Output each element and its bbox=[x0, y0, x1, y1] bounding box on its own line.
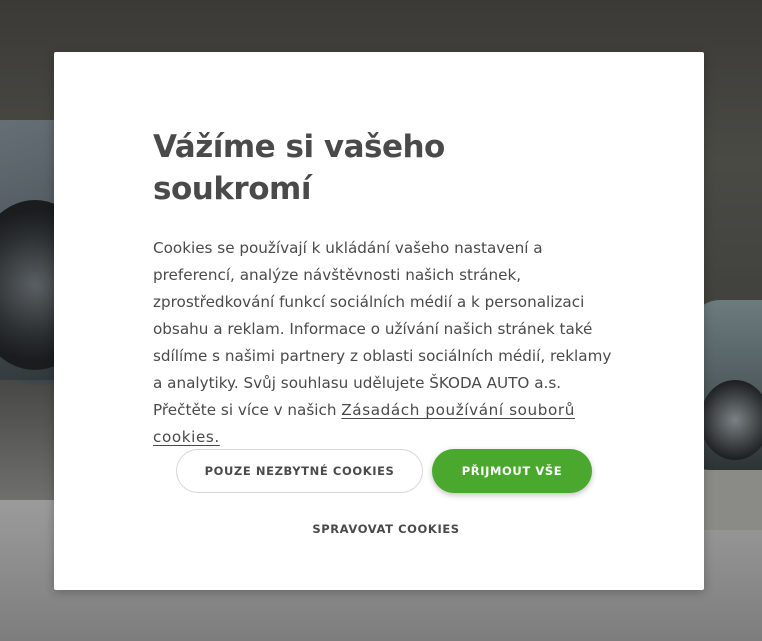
accept-all-label: PŘIJMOUT VŠE bbox=[461, 464, 563, 478]
modal-body-text: Cookies se používají k ukládání vašeho n… bbox=[153, 235, 623, 451]
necessary-cookies-label: POUZE NEZBYTNÉ COOKIES bbox=[204, 464, 395, 478]
page: Vážíme si vašeho soukromí Cookies se pou… bbox=[0, 0, 762, 641]
body-text: Cookies se používají k ukládání vašeho n… bbox=[153, 239, 612, 419]
background-wheel-right bbox=[700, 380, 762, 460]
modal-title: Vážíme si vašeho soukromí bbox=[153, 129, 445, 207]
cookie-consent-modal: Vážíme si vašeho soukromí Cookies se pou… bbox=[54, 52, 704, 590]
accept-all-button[interactable]: PŘIJMOUT VŠE bbox=[432, 449, 592, 493]
necessary-cookies-button[interactable]: POUZE NEZBYTNÉ COOKIES bbox=[176, 449, 423, 493]
manage-cookies-button[interactable]: SPRAVOVAT COOKIES bbox=[265, 522, 507, 536]
background-floor-right bbox=[704, 470, 762, 530]
